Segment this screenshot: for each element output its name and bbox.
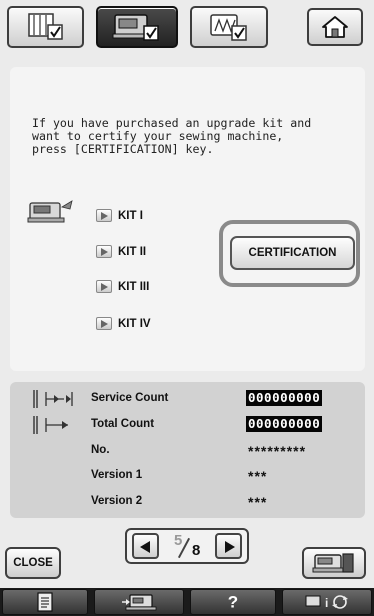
next-page-button[interactable]: [215, 533, 242, 559]
no-label: No.: [91, 444, 110, 456]
embroidery-settings-icon: [210, 14, 247, 41]
no-value: *********: [248, 443, 307, 459]
kit-1-row: KIT I: [96, 209, 143, 222]
version-1-row: Version 1 ***: [10, 466, 365, 486]
certification-message: If you have purchased an upgrade kit and…: [32, 116, 312, 156]
total-count-label: Total Count: [91, 418, 155, 430]
version-2-row: Version 2 ***: [10, 492, 365, 512]
page-navigation: 5 8: [125, 528, 249, 564]
needle-service-icon: [33, 390, 73, 408]
kit-2-row: KIT II: [96, 245, 146, 258]
version-1-value: ***: [248, 468, 268, 484]
svg-text:i: i: [325, 596, 328, 610]
arrow-right-icon: [96, 280, 112, 293]
help-button[interactable]: ?: [190, 589, 276, 615]
sewing-machine-upgrade-icon: [27, 200, 73, 223]
kit-3-row: KIT III: [96, 280, 149, 293]
certification-button[interactable]: CERTIFICATION: [230, 236, 355, 270]
close-button[interactable]: CLOSE: [5, 547, 61, 579]
settings-page-icon: [27, 13, 63, 40]
arrow-right-icon: [96, 209, 112, 222]
tab-general-settings[interactable]: [7, 6, 84, 48]
bottom-toolbar: ? i: [0, 588, 374, 616]
page-indicator: 5 8: [172, 532, 208, 562]
certification-panel: If you have purchased an upgrade kit and…: [10, 67, 365, 371]
previous-page-button[interactable]: [132, 533, 159, 559]
service-count-label: Service Count: [91, 392, 169, 404]
settings-arrows-icon: i: [305, 595, 348, 610]
kit-4-label: KIT IV: [118, 317, 151, 330]
service-count-row: Service Count 000000000: [10, 389, 365, 409]
kit-2-label: KIT II: [118, 245, 147, 258]
embroidery-unit-button[interactable]: [94, 589, 184, 615]
help-icon: ?: [227, 592, 239, 612]
arrow-right-icon: [96, 245, 112, 258]
machine-info-panel: Service Count 000000000 Total Count 0000…: [10, 382, 365, 518]
total-count-row: Total Count 000000000: [10, 415, 365, 435]
arrow-right-icon: [96, 317, 112, 330]
machine-settings-icon: [112, 14, 159, 41]
version-1-label: Version 1: [91, 469, 143, 481]
tab-machine-settings[interactable]: [96, 6, 178, 48]
total-count-value: 000000000: [246, 416, 323, 432]
service-count-value: 000000000: [246, 390, 323, 406]
no-row: No. *********: [10, 441, 365, 461]
manual-button[interactable]: [2, 589, 88, 615]
kit-3-label: KIT III: [118, 280, 150, 293]
document-icon: [37, 592, 53, 612]
home-button[interactable]: [307, 8, 363, 46]
needle-total-icon: [33, 416, 68, 434]
home-icon: [322, 16, 348, 38]
sewing-mode-button[interactable]: [302, 547, 366, 579]
kit-4-row: KIT IV: [96, 317, 151, 330]
sewing-machine-icon: [312, 553, 354, 573]
kit-1-label: KIT I: [118, 209, 143, 222]
settings-button[interactable]: i: [282, 589, 372, 615]
current-page: 5: [174, 532, 183, 549]
total-pages: 8: [192, 542, 201, 559]
embroidery-unit-icon: [122, 594, 157, 611]
version-2-value: ***: [248, 494, 268, 510]
tab-embroidery-settings[interactable]: [190, 6, 268, 48]
version-2-label: Version 2: [91, 495, 143, 507]
